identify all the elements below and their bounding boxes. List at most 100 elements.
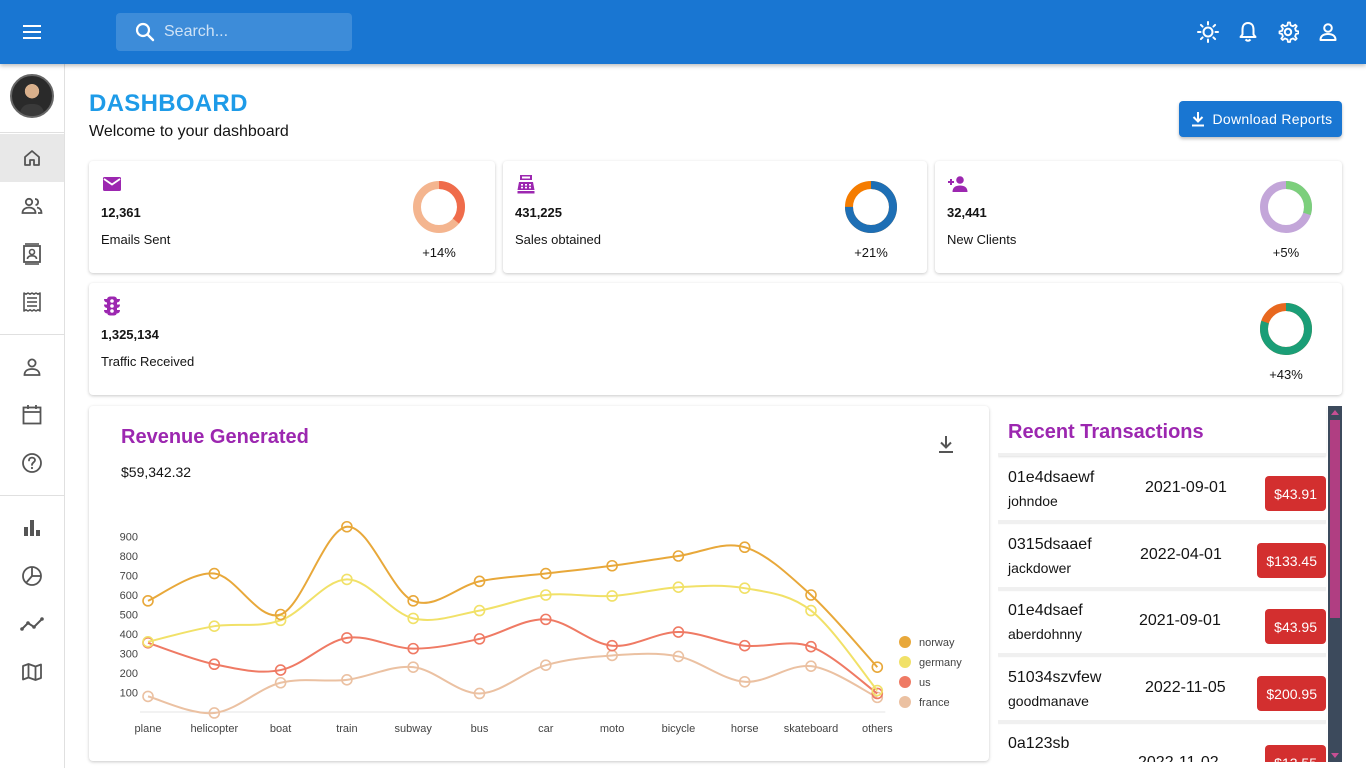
sidebar-item-profile[interactable] — [0, 343, 64, 391]
transaction-date: 2022-04-01 — [1140, 546, 1222, 563]
sidebar-item-contacts[interactable] — [0, 230, 64, 278]
timeline-icon — [20, 617, 44, 631]
transaction-id: 01e4dsaef — [1008, 602, 1083, 619]
transaction-amount: $133.45 — [1257, 543, 1326, 578]
sidebar-item-team[interactable] — [0, 182, 64, 230]
sidebar-item-dashboard[interactable] — [0, 134, 64, 182]
revenue-title: Revenue Generated — [121, 426, 309, 448]
revenue-amount: $59,342.32 — [121, 464, 192, 480]
sidebar-item-faq[interactable] — [0, 439, 64, 487]
scroll-down-arrow[interactable] — [1331, 753, 1339, 758]
scrollbar-thumb[interactable] — [1330, 420, 1340, 618]
transaction-user: aberdohnny — [1008, 626, 1082, 642]
settings-icon[interactable] — [1274, 16, 1302, 48]
stat-change: +43% — [1269, 367, 1303, 382]
transaction-user: jackdower — [1008, 560, 1072, 576]
transaction-user: johndoe — [1008, 493, 1058, 509]
x-tick-label: horse — [731, 723, 759, 735]
bar-chart-icon — [24, 520, 40, 536]
light-mode-icon[interactable] — [1194, 16, 1222, 48]
point-of-sale-icon — [517, 175, 535, 194]
legend-label-france: france — [919, 697, 950, 709]
transaction-id: 01e4dsaewf — [1008, 469, 1095, 486]
progress-ring — [413, 181, 465, 233]
people-icon — [21, 197, 43, 214]
download-reports-button[interactable]: Download Reports — [1179, 101, 1342, 137]
x-tick-label: car — [538, 723, 554, 735]
stat-change: +5% — [1272, 245, 1300, 260]
y-tick-label: 100 — [120, 688, 138, 700]
transaction-row[interactable]: 51034szvfew goodmanave 2022-11-05 $200.9… — [998, 659, 1326, 723]
transactions-header: Recent Transactions — [998, 406, 1326, 456]
stat-label: Traffic Received — [101, 354, 195, 369]
transaction-date: 2022-11-02 — [1138, 754, 1219, 762]
search-icon — [134, 21, 156, 43]
download-icon[interactable] — [934, 432, 958, 456]
sidebar-item-pie-chart[interactable] — [0, 552, 64, 600]
stat-value: 1,325,134 — [101, 327, 159, 342]
scroll-up-arrow[interactable] — [1331, 410, 1339, 415]
stat-value: 12,361 — [101, 205, 141, 220]
stat-label: Sales obtained — [515, 232, 602, 247]
progress-ring — [845, 181, 897, 233]
stat-change: +14% — [422, 245, 456, 260]
sidebar-item-bar-chart[interactable] — [0, 504, 64, 552]
legend-marker-us — [899, 676, 911, 688]
person-icon — [23, 358, 41, 376]
transactions-title: Recent Transactions — [1008, 421, 1204, 443]
stat-label: Emails Sent — [101, 232, 171, 247]
x-tick-label: plane — [135, 723, 162, 735]
stat-label: New Clients — [947, 232, 1017, 247]
series-line-france — [147, 652, 878, 715]
transaction-amount: $43.91 — [1265, 476, 1326, 511]
transaction-date: 2021-09-01 — [1145, 479, 1227, 496]
transactions-scrollbar[interactable] — [1328, 406, 1342, 762]
page-subtitle: Welcome to your dashboard — [89, 123, 289, 140]
transaction-row[interactable]: 0315dsaaef jackdower 2022-04-01 $133.45 — [998, 526, 1326, 590]
stat-change: +21% — [854, 245, 888, 260]
pie-chart-icon — [22, 566, 42, 586]
calendar-icon — [22, 405, 42, 425]
sidebar-divider — [0, 495, 64, 496]
home-icon — [24, 150, 40, 166]
revenue-line-chart: 100 200 300 400 500 600 700 800 900 plane helicopt… — [120, 520, 962, 735]
transaction-date: 2022-11-05 — [1145, 679, 1226, 696]
receipt-icon — [23, 292, 41, 312]
sidebar-item-invoices[interactable] — [0, 278, 64, 326]
transaction-row[interactable]: 01e4dsaewf johndoe 2021-09-01 $43.91 — [998, 459, 1326, 523]
sidebar-divider — [0, 132, 64, 133]
legend-label-norway: norway — [919, 637, 955, 649]
sidebar-item-calendar[interactable] — [0, 391, 64, 439]
x-tick-label: subway — [395, 723, 433, 735]
notifications-icon[interactable] — [1234, 16, 1262, 48]
search-input[interactable] — [164, 23, 344, 41]
avatar[interactable] — [10, 74, 54, 118]
legend-label-germany: germany — [919, 657, 962, 669]
y-tick-label: 700 — [120, 571, 138, 583]
x-tick-label: boat — [270, 723, 291, 735]
x-tick-label: bicycle — [662, 723, 696, 735]
x-tick-label: moto — [600, 723, 624, 735]
top-app-bar — [0, 0, 1366, 64]
transaction-row[interactable]: 0a123sb stevebower 2022-11-02 $13.55 — [998, 725, 1326, 762]
stat-card-sales: 431,225 Sales obtained +21% — [503, 161, 927, 273]
sidebar-item-geography[interactable] — [0, 648, 64, 696]
menu-icon[interactable] — [16, 16, 48, 48]
x-tick-label: helicopter — [190, 723, 238, 735]
y-tick-label: 900 — [120, 532, 138, 544]
y-tick-label: 500 — [120, 610, 138, 622]
stat-card-traffic: 1,325,134 Traffic Received +43% — [89, 283, 1342, 395]
person-add-icon — [948, 176, 968, 192]
stat-card-clients: 32,441 New Clients +5% — [935, 161, 1342, 273]
recent-transactions-panel: Recent Transactions 01e4dsaewf johndoe 2… — [998, 406, 1342, 762]
search-box[interactable] — [116, 13, 352, 51]
sidebar-item-line-chart[interactable] — [0, 600, 64, 648]
transaction-id: 0a123sb — [1008, 735, 1070, 752]
y-tick-label: 400 — [120, 629, 138, 641]
account-icon[interactable] — [1314, 16, 1342, 48]
legend-marker-norway — [899, 636, 911, 648]
transaction-amount: $13.55 — [1265, 745, 1326, 762]
stat-card-emails: 12,361 Emails Sent +14% — [89, 161, 495, 273]
y-tick-label: 300 — [120, 649, 138, 661]
transaction-row[interactable]: 01e4dsaef aberdohnny 2021-09-01 $43.95 — [998, 592, 1326, 656]
